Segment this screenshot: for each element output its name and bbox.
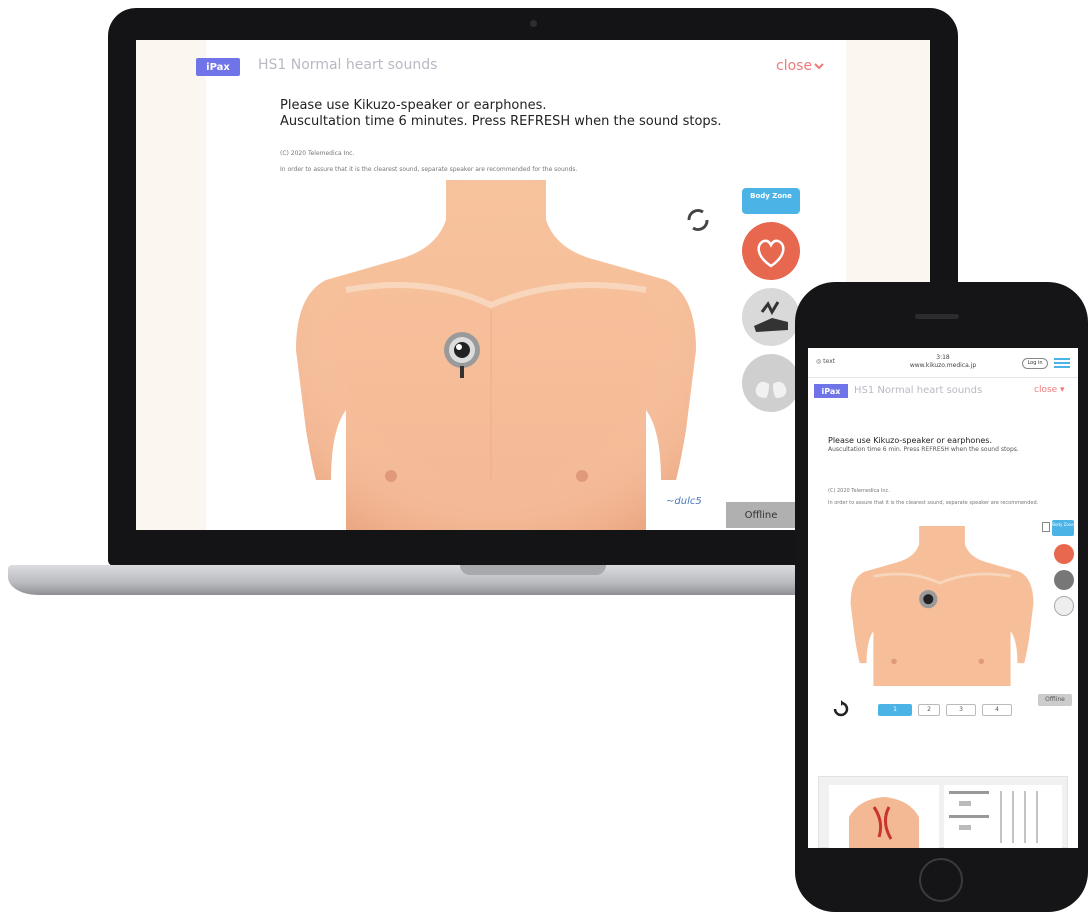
laptop-camera bbox=[530, 20, 537, 27]
torso-image[interactable] bbox=[286, 180, 706, 530]
control-button-1[interactable]: 1 bbox=[878, 704, 912, 716]
chevron-down-icon: ▾ bbox=[1057, 385, 1065, 395]
phone-close-button[interactable]: close ▾ bbox=[1034, 385, 1065, 395]
body-zone-button[interactable]: Body Zone bbox=[742, 188, 800, 214]
login-button[interactable]: Log in bbox=[1022, 358, 1048, 369]
abdomen-icon[interactable] bbox=[1054, 570, 1074, 590]
abdomen-icon[interactable] bbox=[742, 288, 800, 346]
instructions: Please use Kikuzo-speaker or earphones. … bbox=[280, 98, 722, 130]
phone-body-zone-panel: Body Zone bbox=[1042, 520, 1074, 630]
phone-speaker bbox=[915, 314, 959, 319]
offline-label: Offline bbox=[744, 509, 778, 521]
phone-url: www.kikuzo.medica.jp bbox=[909, 362, 977, 369]
note-text: In order to assure that it is the cleare… bbox=[280, 166, 578, 173]
phone-page-title: HS1 Normal heart sounds bbox=[854, 385, 983, 396]
chevron-down-icon bbox=[814, 58, 824, 74]
phone-instructions: Please use Kikuzo-speaker or earphones. … bbox=[828, 436, 1068, 454]
refresh-icon[interactable] bbox=[832, 700, 850, 718]
phone-time: 3:18 bbox=[936, 354, 950, 361]
anatomy-preview-panel bbox=[818, 776, 1068, 848]
phone-screen: ◎ text 3:18 www.kikuzo.medica.jp Log in … bbox=[808, 348, 1078, 848]
phone-instruction-1: Please use Kikuzo-speaker or earphones. bbox=[828, 436, 993, 445]
body-zone-panel: Body Zone bbox=[742, 188, 802, 428]
hamburger-menu-icon[interactable] bbox=[1054, 358, 1070, 368]
control-button-4[interactable]: 4 bbox=[982, 704, 1012, 716]
stethoscope-icon[interactable] bbox=[442, 330, 482, 378]
heart-icon[interactable] bbox=[742, 222, 800, 280]
phone-body-zone-label: Body Zone bbox=[1052, 522, 1074, 527]
lungs-icon[interactable] bbox=[742, 354, 800, 412]
phone-refresh-small-icon[interactable] bbox=[1042, 522, 1050, 532]
refresh-icon[interactable] bbox=[684, 206, 712, 234]
offline-button[interactable]: Offline bbox=[726, 502, 796, 528]
phone-body-zone-button[interactable]: Body Zone bbox=[1052, 520, 1074, 536]
control-button-3[interactable]: 3 bbox=[946, 704, 976, 716]
copyright-text: (C) 2020 Telemedica Inc. bbox=[280, 150, 355, 157]
phone-status-center: 3:18 www.kikuzo.medica.jp bbox=[908, 354, 978, 370]
phone-torso-image[interactable] bbox=[846, 520, 1038, 692]
laptop-notch bbox=[460, 565, 606, 575]
body-zone-label: Body Zone bbox=[750, 192, 792, 200]
heart-icon[interactable] bbox=[1054, 544, 1074, 564]
phone-close-label: close bbox=[1034, 385, 1058, 395]
phone-note: In order to assure that it is the cleare… bbox=[828, 500, 1039, 506]
phone-app-badge: iPax bbox=[814, 384, 848, 398]
app-badge: iPax bbox=[196, 58, 240, 76]
phone-topbar: ◎ text 3:18 www.kikuzo.medica.jp Log in bbox=[808, 348, 1078, 378]
page-title: HS1 Normal heart sounds bbox=[258, 57, 438, 73]
instruction-line-1: Please use Kikuzo-speaker or earphones. bbox=[280, 98, 547, 113]
phone-offline-button[interactable]: Offline bbox=[1038, 694, 1072, 706]
phone-controls: 1 2 3 4 Offline bbox=[832, 694, 1072, 720]
close-label: close bbox=[776, 58, 813, 74]
lungs-icon[interactable] bbox=[1054, 596, 1074, 616]
instruction-line-2: Auscultation time 6 minutes. Press REFRE… bbox=[280, 114, 722, 129]
phone-copyright: (C) 2020 Telemedica Inc. bbox=[828, 488, 890, 494]
phone-home-button[interactable] bbox=[919, 858, 963, 902]
phone-instruction-2: Auscultation time 6 min. Press REFRESH w… bbox=[828, 446, 1019, 453]
signature-logo: ~dulc5 bbox=[666, 496, 702, 507]
control-button-2[interactable]: 2 bbox=[918, 704, 940, 716]
phone-status-left: ◎ text bbox=[816, 358, 835, 365]
close-button[interactable]: close bbox=[776, 58, 824, 74]
